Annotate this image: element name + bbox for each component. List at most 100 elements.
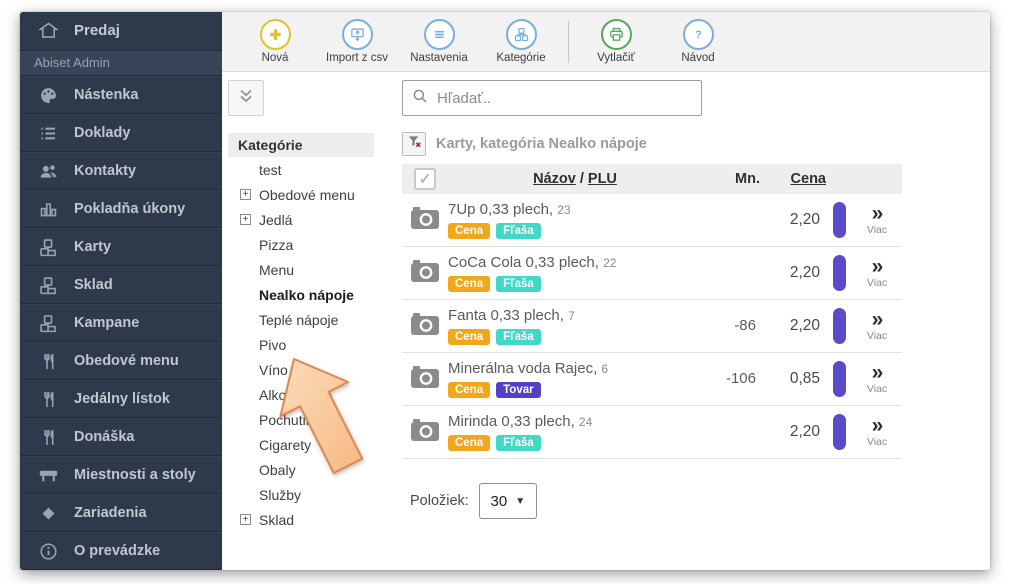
expand-plus-icon[interactable]: + bbox=[240, 189, 251, 200]
items-per-page-select[interactable]: 30 ▼ bbox=[479, 483, 537, 519]
sidebar-item-karty[interactable]: Karty bbox=[20, 228, 222, 266]
cards-column: Karty, kategória Nealko nápoje ✓ Názov /… bbox=[382, 72, 990, 570]
category-item-obedové-menu[interactable]: + Obedové menu bbox=[228, 182, 382, 207]
double-chevron-right-icon: » bbox=[872, 205, 883, 223]
expand-plus-icon[interactable]: + bbox=[240, 214, 251, 225]
toolbar-button-import-z-csv[interactable]: Import z csv bbox=[316, 19, 398, 64]
cutlery-icon bbox=[36, 350, 60, 372]
camera-icon[interactable] bbox=[410, 364, 440, 395]
sidebar-item-doklady[interactable]: Doklady bbox=[20, 114, 222, 152]
more-button[interactable]: » Viac bbox=[852, 205, 902, 236]
camera-icon[interactable] bbox=[410, 311, 440, 342]
table-row: CoCa Cola 0,33 plech, 22 CenaFľaša 2,20 … bbox=[402, 247, 902, 300]
category-item-víno[interactable]: + Víno bbox=[228, 357, 382, 382]
toolbar-button-nastavenia[interactable]: Nastavenia bbox=[398, 19, 480, 64]
category-item-alko-nápoje[interactable]: + Alko nápoje bbox=[228, 382, 382, 407]
clear-filter-button[interactable] bbox=[402, 132, 426, 156]
table-row: Minerálna voda Rajec, 6 CenaTovar -106 0… bbox=[402, 353, 902, 406]
category-item-test[interactable]: + test bbox=[228, 157, 382, 182]
cutlery-icon bbox=[36, 426, 60, 448]
more-button[interactable]: » Viac bbox=[852, 311, 902, 342]
sidebar-item-miestnosti-a-stoly[interactable]: Miestnosti a stoly bbox=[20, 456, 222, 494]
toolbar-button-kategórie[interactable]: Kategórie bbox=[480, 19, 562, 64]
tag-badge-tovar: Tovar bbox=[496, 382, 540, 398]
camera-icon[interactable] bbox=[410, 417, 440, 448]
svg-text:?: ? bbox=[695, 29, 701, 41]
cards-table: ✓ Názov / PLU Mn. Cena 7Up 0,33 plech, 2… bbox=[402, 164, 902, 459]
search-box bbox=[402, 80, 702, 116]
category-item-sklad[interactable]: + Sklad bbox=[228, 507, 382, 532]
expand-plus-icon[interactable]: + bbox=[240, 514, 251, 525]
sidebar-account-label: Abiset Admin bbox=[20, 51, 222, 76]
sidebar-item-kampane[interactable]: Kampane bbox=[20, 304, 222, 342]
category-item-pizza[interactable]: + Pizza bbox=[228, 232, 382, 257]
select-all-checkbox[interactable]: ✓ bbox=[414, 168, 436, 190]
cutlery-icon bbox=[36, 388, 60, 410]
menu-lines-icon bbox=[424, 19, 455, 50]
more-button[interactable]: » Viac bbox=[852, 417, 902, 448]
toolbar-button-vytlačiť[interactable]: Vytlačiť bbox=[575, 19, 657, 64]
category-item-teplé-nápoje[interactable]: + Teplé nápoje bbox=[228, 307, 382, 332]
app-window: Predaj Abiset Admin Nástenka Doklady Kon… bbox=[20, 12, 990, 570]
sidebar-item-jedálny-lístok[interactable]: Jedálny lístok bbox=[20, 380, 222, 418]
diamond-icon bbox=[36, 502, 60, 524]
category-item-cigarety[interactable]: + Cigarety bbox=[228, 432, 382, 457]
sidebar-item-sklad[interactable]: Sklad bbox=[20, 266, 222, 304]
color-bar[interactable] bbox=[833, 308, 846, 344]
home-icon bbox=[36, 20, 60, 42]
category-item-pivo[interactable]: + Pivo bbox=[228, 332, 382, 357]
more-button[interactable]: » Viac bbox=[852, 258, 902, 289]
toolbar-button-návod[interactable]: ? Návod bbox=[657, 19, 739, 64]
camera-icon[interactable] bbox=[410, 205, 440, 236]
tag-badge-fľaša: Fľaša bbox=[496, 329, 541, 345]
category-item-služby[interactable]: + Služby bbox=[228, 482, 382, 507]
column-header-price[interactable]: Cena bbox=[760, 171, 826, 187]
tag-badge-fľaša: Fľaša bbox=[496, 435, 541, 451]
tag-badge-cena: Cena bbox=[448, 329, 490, 345]
category-item-jedlá[interactable]: + Jedlá bbox=[228, 207, 382, 232]
column-header-name[interactable]: Názov / PLU bbox=[448, 171, 702, 187]
categories-column: Kategórie + test + Obedové menu + Jedlá … bbox=[222, 72, 382, 570]
tag-badge-cena: Cena bbox=[448, 223, 490, 239]
items-per-page-label: Položiek: bbox=[410, 493, 469, 509]
color-bar[interactable] bbox=[833, 361, 846, 397]
tag-badge-fľaša: Fľaša bbox=[496, 276, 541, 292]
sidebar-item-kontakty[interactable]: Kontakty bbox=[20, 152, 222, 190]
search-input[interactable] bbox=[437, 90, 693, 107]
camera-icon[interactable] bbox=[410, 258, 440, 289]
more-button[interactable]: » Viac bbox=[852, 364, 902, 395]
column-header-qty[interactable]: Mn. bbox=[702, 171, 760, 187]
page-title: Karty, kategória Nealko nápoje bbox=[436, 136, 647, 152]
sitemap-icon bbox=[506, 19, 537, 50]
table-header: ✓ Názov / PLU Mn. Cena bbox=[402, 164, 902, 194]
color-bar[interactable] bbox=[833, 202, 846, 238]
categories-panel: Kategórie + test + Obedové menu + Jedlá … bbox=[228, 133, 382, 532]
tag-badge-cena: Cena bbox=[448, 382, 490, 398]
toolbar-button-nová[interactable]: Nová bbox=[234, 19, 316, 64]
sidebar-item-o-prevádzke[interactable]: O prevádzke bbox=[20, 532, 222, 570]
palette-icon bbox=[36, 84, 60, 106]
pagination: Položiek: 30 ▼ bbox=[410, 483, 990, 519]
search-icon bbox=[411, 87, 429, 110]
sidebar-item-pokladňa-úkony[interactable]: Pokladňa úkony bbox=[20, 190, 222, 228]
sidebar-item-nástenka[interactable]: Nástenka bbox=[20, 76, 222, 114]
sidebar-item-zariadenia[interactable]: Zariadenia bbox=[20, 494, 222, 532]
sidebar-item-obedové-menu[interactable]: Obedové menu bbox=[20, 342, 222, 380]
toolbar-divider bbox=[568, 21, 569, 63]
collapse-button[interactable] bbox=[228, 80, 264, 116]
double-chevron-right-icon: » bbox=[872, 258, 883, 276]
sidebar-header-label: Predaj bbox=[74, 22, 120, 39]
category-item-menu[interactable]: + Menu bbox=[228, 257, 382, 282]
chevron-down-icon: ▼ bbox=[515, 496, 525, 507]
sidebar-item-predaj[interactable]: Predaj bbox=[20, 12, 222, 51]
blocks-icon bbox=[36, 274, 60, 296]
category-item-obaly[interactable]: + Obaly bbox=[228, 457, 382, 482]
double-chevron-right-icon: » bbox=[872, 364, 883, 382]
people-icon bbox=[36, 160, 60, 182]
color-bar[interactable] bbox=[833, 414, 846, 450]
category-item-pochutiny[interactable]: + Pochutiny bbox=[228, 407, 382, 432]
color-bar[interactable] bbox=[833, 255, 846, 291]
category-item-nealko-nápoje[interactable]: + Nealko nápoje bbox=[228, 282, 382, 307]
double-chevron-down-icon bbox=[236, 86, 256, 111]
sidebar-item-donáška[interactable]: Donáška bbox=[20, 418, 222, 456]
